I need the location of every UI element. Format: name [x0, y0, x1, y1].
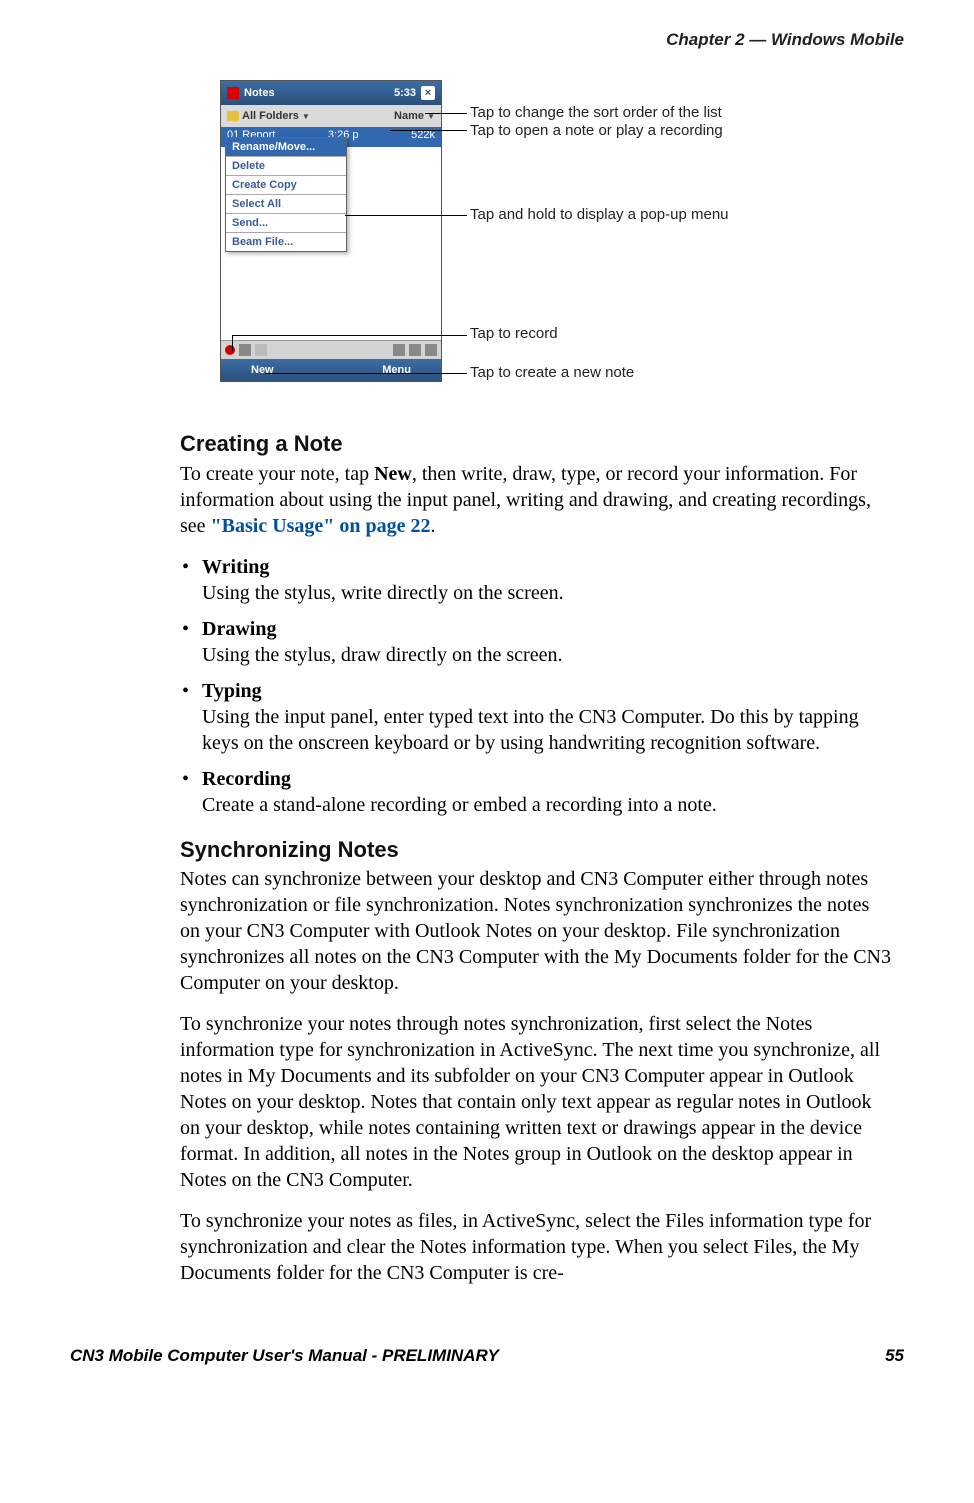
- softkey-menu: Menu: [382, 364, 411, 376]
- callout-line: [232, 335, 467, 336]
- item-desc: Using the input panel, enter typed text …: [202, 706, 859, 754]
- list-item: Drawing Using the stylus, draw directly …: [180, 616, 894, 668]
- page: Chapter 2 — Windows Mobile Notes 5:33 × …: [0, 0, 974, 1406]
- next-icon: [409, 344, 421, 356]
- item-desc: Using the stylus, draw directly on the s…: [202, 644, 562, 666]
- context-menu: Rename/Move... Delete Create Copy Select…: [225, 137, 347, 252]
- para: To synchronize your notes as files, in A…: [180, 1208, 894, 1286]
- item-title: Recording: [202, 768, 291, 790]
- menu-item: Rename/Move...: [226, 138, 346, 157]
- screenshot-toolbar: All Folders ▼ Name ▼: [221, 105, 441, 127]
- notes-screenshot: Notes 5:33 × All Folders ▼ Name ▼ 01 Rep…: [220, 80, 442, 382]
- cross-reference-link[interactable]: "Basic Usage" on page 22: [211, 515, 431, 537]
- softkey-bar: New Menu: [221, 359, 441, 381]
- screenshot-titlebar: Notes 5:33 ×: [221, 81, 441, 105]
- callout-new: Tap to create a new note: [470, 364, 634, 381]
- callout-open: Tap to open a note or play a recording: [470, 122, 723, 139]
- heading-sync: Synchronizing Notes: [180, 836, 894, 865]
- body-text: Creating a Note To create your note, tap…: [180, 430, 894, 1286]
- item-title: Writing: [202, 556, 269, 578]
- text-run: .: [431, 515, 436, 537]
- page-number: 55: [885, 1346, 904, 1366]
- softkey-new: New: [251, 364, 274, 376]
- callout-record: Tap to record: [470, 325, 558, 342]
- bold-new: New: [374, 463, 412, 485]
- callout-hold: Tap and hold to display a pop-up menu: [470, 206, 729, 223]
- screenshot-title: Notes: [244, 87, 275, 99]
- menu-item: Send...: [226, 214, 346, 233]
- item-title: Typing: [202, 680, 262, 702]
- callout-line: [390, 130, 467, 131]
- menu-item: Beam File...: [226, 233, 346, 251]
- close-icon: ×: [421, 86, 435, 100]
- stop-icon: [239, 344, 251, 356]
- play-icon: [255, 344, 267, 356]
- item-desc: Using the stylus, write directly on the …: [202, 582, 564, 604]
- footer-title: CN3 Mobile Computer User's Manual - PREL…: [70, 1346, 499, 1366]
- callout-line: [265, 373, 467, 374]
- menu-item: Create Copy: [226, 176, 346, 195]
- footer: CN3 Mobile Computer User's Manual - PREL…: [70, 1346, 904, 1366]
- item-title: Drawing: [202, 618, 276, 640]
- prev-icon: [393, 344, 405, 356]
- item-desc: Create a stand-alone recording or embed …: [202, 794, 717, 816]
- figure-area: Notes 5:33 × All Folders ▼ Name ▼ 01 Rep…: [220, 80, 904, 400]
- running-header: Chapter 2 — Windows Mobile: [70, 30, 904, 50]
- sort-label: Name: [394, 110, 424, 122]
- callout-line: [345, 215, 467, 216]
- callout-sort: Tap to change the sort order of the list: [470, 104, 722, 121]
- record-icon: [225, 345, 235, 355]
- list-item: Recording Create a stand-alone recording…: [180, 766, 894, 818]
- screenshot-time: 5:33: [394, 87, 416, 99]
- list-item: Typing Using the input panel, enter type…: [180, 678, 894, 756]
- text-run: To create your note, tap: [180, 463, 374, 485]
- para: To synchronize your notes through notes …: [180, 1011, 894, 1193]
- menu-item: Delete: [226, 157, 346, 176]
- list-item: Writing Using the stylus, write directly…: [180, 554, 894, 606]
- para: Notes can synchronize between your deskt…: [180, 866, 894, 996]
- row-size: 522k: [411, 129, 435, 145]
- start-icon: [227, 87, 239, 99]
- bullet-list: Writing Using the stylus, write directly…: [180, 554, 894, 818]
- chevron-down-icon: ▼: [302, 112, 310, 121]
- folder-label: All Folders: [242, 110, 299, 122]
- para: To create your note, tap New, then write…: [180, 461, 894, 539]
- heading-creating: Creating a Note: [180, 430, 894, 459]
- speaker-icon: [425, 344, 437, 356]
- callout-line: [232, 335, 233, 351]
- record-toolbar: [221, 340, 441, 359]
- folder-icon: [227, 111, 239, 121]
- callout-line: [425, 113, 467, 114]
- menu-item: Select All: [226, 195, 346, 214]
